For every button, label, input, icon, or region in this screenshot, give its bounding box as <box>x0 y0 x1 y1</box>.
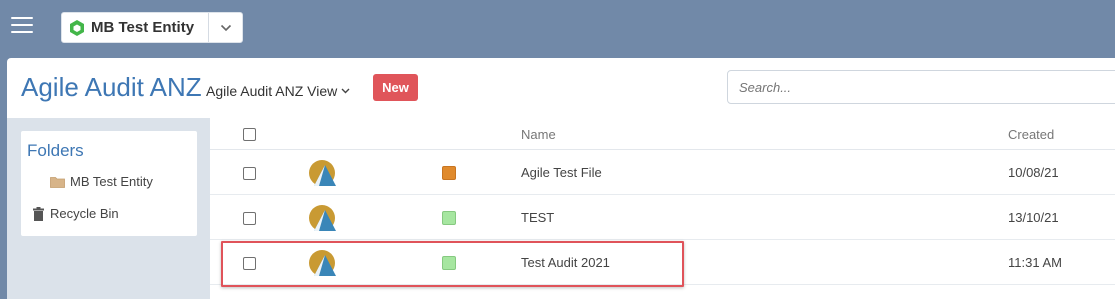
folder-item-label: MB Test Entity <box>70 174 153 189</box>
entity-label: MB Test Entity <box>91 19 195 36</box>
chevron-down-icon <box>220 24 231 31</box>
column-header-name[interactable]: Name <box>521 127 556 142</box>
status-indicator <box>442 166 456 180</box>
select-all-checkbox[interactable] <box>243 128 256 141</box>
recycle-bin-label: Recycle Bin <box>50 206 119 221</box>
status-indicator <box>442 256 456 270</box>
created-date: 11:31 AM <box>1008 255 1062 270</box>
folders-title: Folders <box>27 141 84 160</box>
created-date: 10/08/21 <box>1008 165 1059 180</box>
hamburger-menu-icon[interactable] <box>11 17 33 33</box>
view-selector[interactable]: Agile Audit ANZ View <box>206 83 350 99</box>
table-row[interactable]: TEST 13/10/21 <box>210 195 1115 240</box>
view-selector-label: Agile Audit ANZ View <box>206 83 338 99</box>
column-header-created[interactable]: Created <box>1008 127 1054 142</box>
folder-icon <box>50 176 65 188</box>
file-name[interactable]: Test Audit 2021 <box>521 255 610 270</box>
status-indicator <box>442 211 456 225</box>
entity-selector[interactable]: MB Test Entity <box>61 12 243 43</box>
top-bar: MB Test Entity <box>0 0 1115 56</box>
row-checkbox[interactable] <box>243 257 256 270</box>
row-checkbox[interactable] <box>243 167 256 180</box>
folders-card: Folders MB Test Entity Recycle Bin <box>21 131 197 236</box>
entity-hexagon-icon <box>70 19 84 36</box>
file-name[interactable]: TEST <box>521 210 554 225</box>
main-panel: Agile Audit ANZ Agile Audit ANZ View New… <box>7 58 1115 299</box>
table-row[interactable]: Test Audit 2021 11:31 AM <box>210 240 1115 285</box>
table-header: Name Created <box>210 118 1115 150</box>
page-title: Agile Audit ANZ <box>21 72 202 102</box>
search-input[interactable] <box>727 70 1115 104</box>
recycle-bin-item[interactable]: Recycle Bin <box>33 206 119 221</box>
page-header: Agile Audit ANZ Agile Audit ANZ View New <box>7 58 1115 118</box>
agile-audit-logo-icon <box>309 250 336 276</box>
row-checkbox[interactable] <box>243 212 256 225</box>
table-row[interactable]: Agile Test File 10/08/21 <box>210 150 1115 195</box>
created-date: 13/10/21 <box>1008 210 1059 225</box>
new-button[interactable]: New <box>373 74 418 101</box>
left-sidebar: Folders MB Test Entity Recycle Bin <box>7 118 210 299</box>
folder-item-mb-test-entity[interactable]: MB Test Entity <box>50 174 153 189</box>
agile-audit-logo-icon <box>309 205 336 231</box>
file-table: Name Created Agile Test File 10/08/21 TE… <box>210 118 1115 299</box>
entity-selector-main[interactable]: MB Test Entity <box>62 13 209 42</box>
chevron-down-icon <box>341 88 350 94</box>
entity-dropdown-button[interactable] <box>209 13 242 42</box>
trash-icon <box>33 206 44 221</box>
agile-audit-logo-icon <box>309 160 336 186</box>
file-name[interactable]: Agile Test File <box>521 165 602 180</box>
